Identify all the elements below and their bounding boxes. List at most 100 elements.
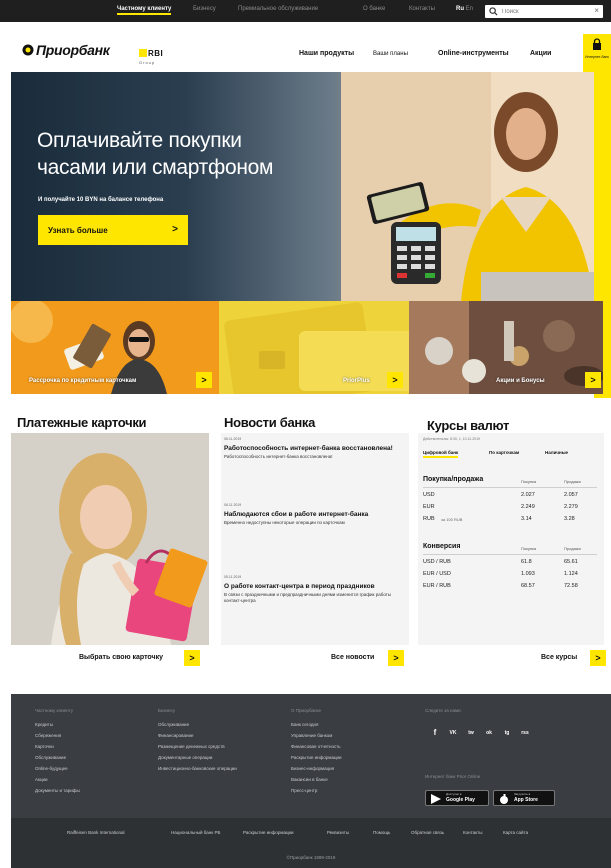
footer-link[interactable]: Управление банком: [291, 733, 332, 738]
search-input[interactable]: [502, 6, 582, 17]
footer-bottom-link[interactable]: Raiffeisen Bank International: [67, 830, 124, 835]
tab-cash[interactable]: Наличные: [545, 450, 568, 455]
google-play-button[interactable]: Доступно в Google Play: [425, 790, 489, 806]
footer-link[interactable]: Карточки: [35, 744, 54, 749]
buy-column-header: Покупка: [521, 546, 537, 551]
tile-priorplus-label: PriorPlus: [343, 378, 370, 384]
divider: [423, 487, 597, 488]
footer-bottom-link[interactable]: Раскрытие информации: [243, 830, 294, 835]
news-text: Временно недоступны некоторые операции п…: [224, 520, 345, 525]
footer-bottom-link[interactable]: Национальный банк РБ: [171, 830, 220, 835]
footer-link[interactable]: Сбережения: [35, 733, 61, 738]
all-rates-link[interactable]: Все курсы: [541, 654, 577, 661]
news-date: 06.11.2019: [224, 437, 242, 441]
footer-link[interactable]: Финансовая отчетность: [291, 744, 341, 749]
footer-link[interactable]: Обслуживание: [35, 755, 66, 760]
buy-value: 68.57: [521, 583, 535, 589]
tab-cards[interactable]: По карточкам: [489, 450, 519, 455]
lang-ru[interactable]: Ru: [456, 6, 464, 12]
rate-row: USD 2.027 2.057: [423, 492, 599, 501]
page: { "topbar": { "links": ["Частному клиент…: [0, 0, 611, 868]
topbar-link-business[interactable]: Бизнесу: [193, 6, 216, 12]
facebook-icon[interactable]: f: [429, 727, 441, 739]
tab-digital-bank[interactable]: Цифровой банк: [423, 450, 459, 458]
chevron-right-icon[interactable]: >: [585, 372, 601, 388]
chevron-right-icon[interactable]: >: [196, 372, 212, 388]
footer-link[interactable]: Размещение денежных средств: [158, 744, 225, 749]
footer-bottom-link[interactable]: Контакты: [463, 830, 482, 835]
footer-link[interactable]: Обслуживание: [158, 722, 189, 727]
twitter-icon[interactable]: tw: [465, 727, 477, 739]
sell-value: 3.28: [564, 516, 575, 522]
rate-row: USD / RUB 61.8 65.61: [423, 559, 599, 568]
news-item[interactable]: 05.11.2019 О работе контакт-центра в пер…: [224, 575, 404, 604]
promo-tile-bonuses[interactable]: Акции и Бонусы >: [409, 301, 603, 394]
topbar-link-private[interactable]: Частному клиенту: [117, 6, 172, 15]
footer-bottom-link[interactable]: Обратная связь: [411, 830, 444, 835]
footer-link[interactable]: Акции: [35, 777, 48, 782]
footer-bottom-link[interactable]: Помощь: [373, 830, 390, 835]
copyright: ©Приорбанк 1999-2019: [286, 855, 336, 860]
lang-en[interactable]: En: [466, 6, 473, 12]
footer-link[interactable]: Бизнес-информация: [291, 766, 334, 771]
buy-value: 1.093: [521, 571, 535, 577]
internet-bank-button[interactable]: Интернет-банк: [583, 34, 611, 72]
news-date: 06.11.2019: [224, 503, 242, 507]
rbi-label: RBI: [148, 49, 164, 58]
priorplus-card-image: [219, 301, 409, 394]
footer-link[interactable]: Вакансии в банке: [291, 777, 328, 782]
store-big-label: App Store: [514, 797, 538, 803]
footer-link[interactable]: Раскрытие информации: [291, 755, 342, 760]
search-box[interactable]: ×: [485, 5, 603, 18]
rates-section-title: Курсы валют: [427, 418, 510, 433]
promo-tile-installments[interactable]: Рассрочка по кредитным карточкам >: [11, 301, 219, 394]
hero-learn-more-button[interactable]: Узнать больше >: [38, 215, 188, 245]
topbar-link-contacts[interactable]: Контакты: [409, 6, 435, 12]
sell-value: 2.057: [564, 492, 578, 498]
odnoklassniki-icon[interactable]: ok: [483, 727, 495, 739]
news-title[interactable]: Работоспособность интернет-банка восстан…: [224, 445, 404, 453]
topbar-link-premium[interactable]: Премиальное обслуживание: [238, 6, 318, 12]
nav-online-tools[interactable]: Online-инструменты: [438, 50, 509, 57]
news-title[interactable]: О работе контакт-центра в период праздни…: [224, 583, 404, 591]
promo-tile-priorplus[interactable]: PriorPlus >: [219, 301, 409, 394]
chevron-right-icon[interactable]: >: [184, 650, 200, 666]
news-item[interactable]: 06.11.2019 Работоспособность интернет-ба…: [224, 437, 404, 460]
topbar-link-about[interactable]: О банке: [363, 6, 385, 12]
close-icon[interactable]: ×: [594, 6, 599, 15]
nav-promotions[interactable]: Акции: [530, 50, 551, 57]
chevron-right-icon[interactable]: >: [387, 372, 403, 388]
footer-bottom-link[interactable]: Карта сайта: [503, 830, 528, 835]
news-title[interactable]: Наблюдаются сбои в работе интернет-банка: [224, 511, 404, 519]
buy-value: 2.027: [521, 492, 535, 498]
nav-plans[interactable]: Ваши планы: [373, 51, 408, 57]
footer-link[interactable]: Инвестиционно-банковские операции: [158, 766, 237, 771]
all-news-link[interactable]: Все новости: [331, 654, 374, 661]
lang-switch[interactable]: Ru En: [456, 6, 473, 12]
sell-column-header: Продажа: [564, 546, 581, 551]
footer-bottom-link[interactable]: Реквизиты: [327, 830, 349, 835]
brand-name: Приорбанк: [36, 42, 110, 58]
news-item[interactable]: 06.11.2019 Наблюдаются сбои в работе инт…: [224, 503, 404, 526]
footer-link[interactable]: Банк сегодня: [291, 722, 318, 727]
currency-pair: EUR / USD: [423, 571, 451, 577]
choose-card-link[interactable]: Выбрать свою карточку: [79, 654, 163, 661]
currency-pair: USD / RUB: [423, 559, 451, 565]
footer-link[interactable]: Online-будущее: [35, 766, 68, 771]
footer-link[interactable]: Документарные операции: [158, 755, 212, 760]
telegram-icon[interactable]: tg: [501, 727, 513, 739]
rss-icon[interactable]: rss: [519, 727, 531, 739]
buy-value: 61.8: [521, 559, 532, 565]
app-store-button[interactable]: Загрузите в App Store: [493, 790, 555, 806]
vk-icon[interactable]: VK: [447, 727, 459, 739]
footer-link[interactable]: Документы и тарифы: [35, 788, 80, 793]
footer-link[interactable]: Кредиты: [35, 722, 53, 727]
footer-link[interactable]: Пресс-центр: [291, 788, 317, 793]
news-text: В связи с праздничными и предпраздничным…: [224, 592, 392, 603]
chevron-right-icon[interactable]: >: [590, 650, 606, 666]
currency-code: EUR: [423, 504, 435, 510]
sell-value: 72.58: [564, 583, 578, 589]
footer-link[interactable]: Финансирование: [158, 733, 194, 738]
nav-products[interactable]: Наши продукты: [299, 50, 354, 57]
chevron-right-icon[interactable]: >: [388, 650, 404, 666]
